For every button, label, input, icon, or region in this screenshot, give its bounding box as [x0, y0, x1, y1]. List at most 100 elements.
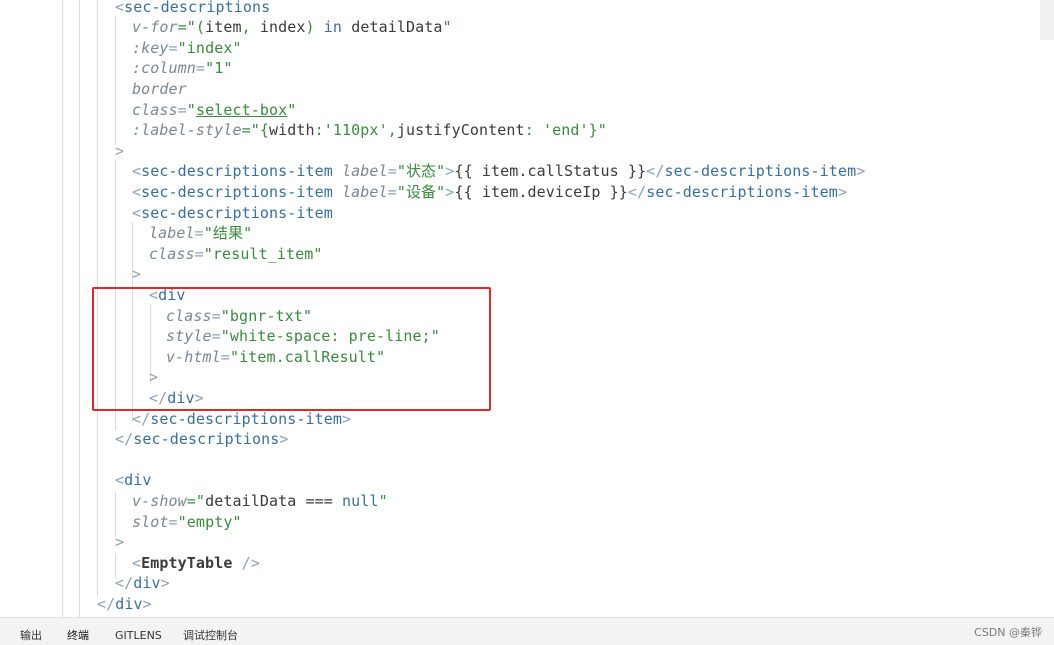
- code-token: sec-descriptions: [133, 430, 280, 449]
- code-token: detailData: [205, 491, 297, 510]
- code-token: </: [115, 574, 134, 593]
- code-token: =: [194, 244, 204, 263]
- code-token: border: [132, 79, 187, 98]
- code-token: =: [387, 182, 397, 201]
- code-token: >: [856, 162, 866, 181]
- highlight-annotation-box: [92, 287, 491, 411]
- scrollbar[interactable]: [1040, 0, 1054, 40]
- code-line[interactable]: <sec-descriptions: [115, 0, 270, 17]
- code-token: =: [194, 224, 204, 243]
- code-token: div: [115, 594, 143, 613]
- code-line[interactable]: :column="1": [132, 58, 232, 79]
- code-token: "设备": [396, 182, 446, 201]
- code-token: slot: [132, 512, 169, 531]
- code-token: ): [305, 18, 324, 37]
- code-token: 'end': [542, 121, 589, 140]
- code-token: in: [323, 18, 343, 37]
- tab-output[interactable]: 输出: [20, 628, 42, 644]
- code-token: >: [115, 141, 125, 160]
- code-token: v-for: [132, 18, 178, 37]
- code-token: =: [387, 162, 397, 181]
- code-token: >: [132, 265, 142, 284]
- code-token: width: [268, 121, 315, 140]
- code-line[interactable]: v-show="detailData === null": [132, 491, 388, 512]
- tab-debug-console[interactable]: 调试控制台: [183, 628, 238, 644]
- code-token: null: [342, 491, 379, 510]
- code-token: =: [168, 38, 178, 57]
- code-line[interactable]: :key="index": [132, 38, 242, 59]
- indent-guide: [79, 0, 80, 617]
- code-line[interactable]: >: [115, 141, 124, 162]
- code-token: >: [837, 182, 848, 201]
- code-line[interactable]: slot="empty": [132, 512, 242, 533]
- code-line[interactable]: <sec-descriptions-item label="状态">{{ ite…: [132, 161, 865, 182]
- indent-guide: [62, 0, 63, 617]
- code-token: </: [97, 594, 116, 613]
- code-token: ,: [241, 18, 260, 37]
- code-token: item: [205, 18, 242, 37]
- code-line[interactable]: v-for="(item, index) in detailData": [132, 17, 452, 38]
- code-token: :label-style: [132, 121, 242, 140]
- code-editor[interactable]: <sec-descriptions v-for="(item, index) in…: [0, 0, 1054, 617]
- code-token: <: [132, 553, 142, 572]
- code-token: ": [287, 100, 297, 119]
- code-token: "结果": [203, 224, 253, 243]
- code-token: sec-descriptions: [124, 0, 271, 16]
- code-line[interactable]: </sec-descriptions>: [115, 429, 289, 450]
- code-token: "index": [177, 38, 242, 57]
- code-token: sec-descriptions-item: [141, 162, 333, 181]
- watermark: CSDN @秦铧: [974, 626, 1042, 639]
- code-token: sec-descriptions-item: [150, 409, 343, 428]
- code-token: :column: [132, 59, 196, 78]
- code-token: label: [342, 162, 388, 181]
- code-line[interactable]: </sec-descriptions-item>: [132, 409, 351, 430]
- code-token: =: [195, 59, 206, 78]
- tab-terminal[interactable]: 终端: [67, 628, 89, 644]
- code-token: '110px': [323, 121, 388, 140]
- code-token: ="(: [177, 18, 206, 37]
- code-token: >: [115, 533, 125, 552]
- code-line[interactable]: :label-style="{width:'110px',justifyCont…: [132, 120, 607, 141]
- code-line[interactable]: border: [132, 79, 187, 100]
- indent-guide: [115, 16, 116, 145]
- code-token: v-show: [132, 491, 187, 510]
- code-token: sec-descriptions-item: [141, 182, 333, 201]
- bottom-panel: 输出 终端 GITLENS 调试控制台 CSDN @秦铧: [0, 617, 1054, 645]
- code-line[interactable]: <sec-descriptions-item: [132, 203, 333, 224]
- code-token: <: [132, 203, 142, 222]
- code-token: EmptyTable: [141, 553, 233, 572]
- code-token: div: [124, 471, 152, 490]
- code-line[interactable]: class="select-box": [132, 100, 296, 121]
- code-token: "empty": [177, 512, 242, 531]
- code-token: >: [279, 430, 289, 449]
- code-line[interactable]: >: [132, 264, 141, 285]
- code-token: sec-descriptions-item: [141, 203, 333, 222]
- code-line[interactable]: >: [115, 532, 124, 553]
- code-token: ,: [387, 121, 397, 140]
- code-token: :: [314, 121, 324, 140]
- code-line[interactable]: </div>: [115, 573, 170, 594]
- indent-guide: [115, 491, 116, 537]
- code-line[interactable]: <div: [115, 470, 152, 491]
- code-token: </: [627, 182, 647, 201]
- code-line[interactable]: </div>: [97, 594, 152, 615]
- code-token: <: [115, 0, 125, 16]
- code-token: justifyContent: [396, 121, 525, 140]
- code-token: "1": [205, 59, 233, 78]
- code-line[interactable]: label="结果": [149, 223, 252, 244]
- code-line[interactable]: <EmptyTable />: [132, 553, 260, 574]
- code-token: label: [342, 182, 388, 201]
- code-token: <: [132, 162, 142, 181]
- code-token: div: [133, 574, 161, 593]
- code-token: <: [132, 182, 142, 201]
- code-token: ===: [296, 491, 343, 510]
- code-line[interactable]: <sec-descriptions-item label="设备">{{ ite…: [132, 182, 847, 203]
- tab-gitlens[interactable]: GITLENS: [115, 628, 162, 644]
- code-token: ": [442, 18, 452, 37]
- code-line[interactable]: class="result_item": [149, 244, 323, 265]
- code-token: class: [132, 100, 178, 119]
- code-token: "result_item": [203, 244, 323, 263]
- code-token: class: [149, 244, 195, 263]
